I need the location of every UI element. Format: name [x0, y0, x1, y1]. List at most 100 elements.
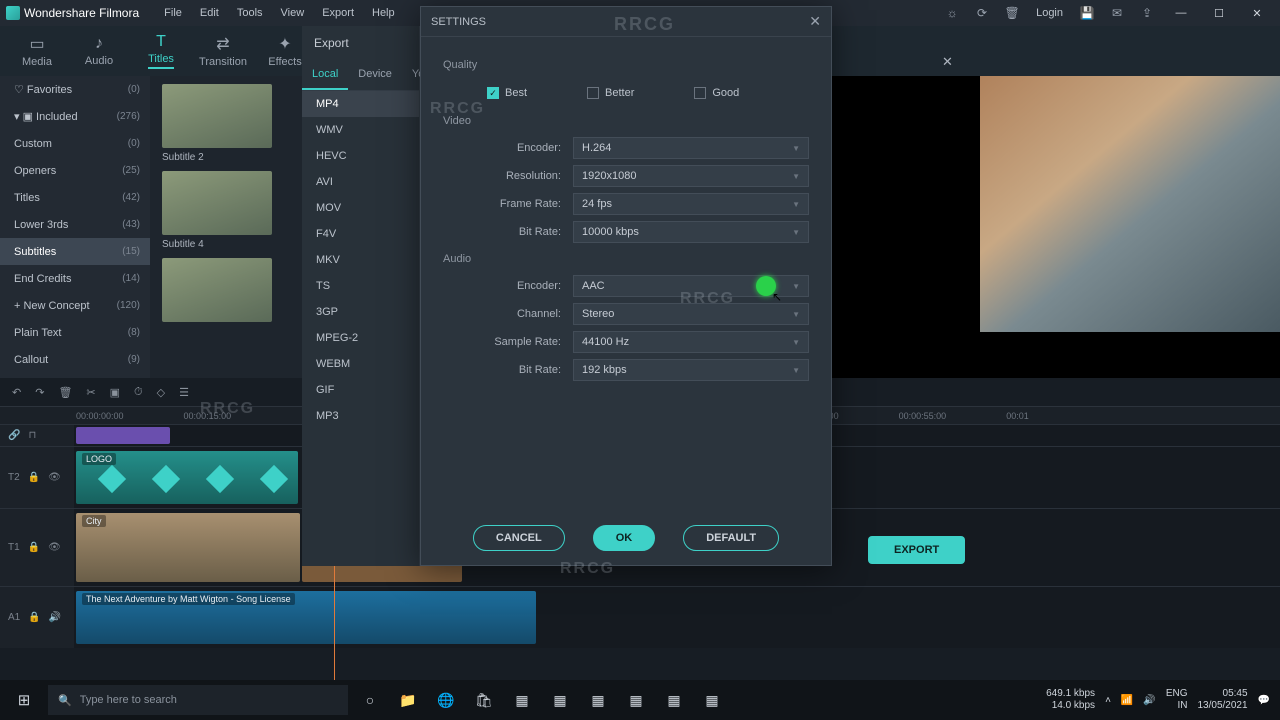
thumb-subtitle4[interactable]: [162, 171, 272, 235]
menu-view[interactable]: View: [274, 3, 312, 23]
eye-icon[interactable]: 👁: [48, 542, 61, 553]
export-button[interactable]: EXPORT: [868, 536, 965, 564]
eye-icon[interactable]: 👁: [48, 472, 61, 483]
fmt-mpeg2[interactable]: MPEG-2: [302, 325, 419, 351]
fmt-mp4[interactable]: MP4: [302, 91, 419, 117]
edge-icon[interactable]: 🌐: [432, 686, 460, 714]
language-indicator[interactable]: ENGIN: [1166, 688, 1188, 712]
notifications-icon[interactable]: 💬: [1258, 695, 1270, 706]
sidebar-titles[interactable]: Titles(42): [0, 184, 150, 211]
speed-icon[interactable]: ⏱: [134, 386, 143, 399]
quality-best[interactable]: ✓Best: [487, 87, 527, 99]
tab-titles[interactable]: TTitles: [130, 27, 192, 75]
marker-icon[interactable]: ◇: [157, 386, 165, 399]
app-icon[interactable]: ▦: [546, 686, 574, 714]
cortana-icon[interactable]: ○: [356, 686, 384, 714]
volume-icon[interactable]: 🔊: [1143, 695, 1155, 706]
thumb-subtitle2[interactable]: [162, 84, 272, 148]
window-maximize[interactable]: ☐: [1202, 7, 1236, 20]
quality-better[interactable]: Better: [587, 87, 634, 99]
default-button[interactable]: DEFAULT: [683, 525, 779, 551]
magnet-icon[interactable]: ⊓: [28, 430, 36, 441]
audio-bitrate-select[interactable]: 192 kbps▼: [573, 359, 809, 381]
fmt-mov[interactable]: MOV: [302, 195, 419, 221]
taskbar-search[interactable]: 🔍 Type here to search: [48, 685, 348, 715]
video-encoder-select[interactable]: H.264▼: [573, 137, 809, 159]
audio-channel-select[interactable]: Stereo▼: [573, 303, 809, 325]
sidebar-newconcept[interactable]: + New Concept(120): [0, 292, 150, 319]
mail-icon[interactable]: ✉: [1104, 6, 1130, 20]
export-tab-device[interactable]: Device: [348, 60, 402, 90]
lock-icon[interactable]: 🔒: [28, 612, 40, 623]
track-body[interactable]: The Next Adventure by Matt Wigton - Song…: [74, 587, 1280, 648]
cancel-button[interactable]: CANCEL: [473, 525, 565, 551]
export-tab-local[interactable]: Local: [302, 60, 348, 90]
sidebar-callout[interactable]: Callout(9): [0, 346, 150, 373]
export-dialog-close[interactable]: ✕: [942, 54, 953, 70]
sidebar-subtitles[interactable]: Subtitles(15): [0, 238, 150, 265]
fmt-wmv[interactable]: WMV: [302, 117, 419, 143]
video-framerate-select[interactable]: 24 fps▼: [573, 193, 809, 215]
lock-icon[interactable]: 🔒: [28, 472, 40, 483]
refresh-icon[interactable]: ⟳: [969, 6, 995, 20]
app-icon[interactable]: ▦: [584, 686, 612, 714]
fmt-ts[interactable]: TS: [302, 273, 419, 299]
thumb-item[interactable]: [162, 258, 272, 322]
clock[interactable]: 05:4513/05/2021: [1197, 688, 1247, 712]
menu-edit[interactable]: Edit: [193, 3, 226, 23]
app-icon[interactable]: ▦: [508, 686, 536, 714]
tray-chevron-icon[interactable]: ˄: [1105, 695, 1111, 706]
sidebar-favorites[interactable]: ♡ Favorites(0): [0, 76, 150, 103]
sidebar-included[interactable]: ▾ ▣ Included(276): [0, 103, 150, 130]
window-close[interactable]: ✕: [1240, 7, 1274, 20]
redo-icon[interactable]: ↷: [35, 386, 44, 399]
save-icon[interactable]: 💾: [1074, 6, 1100, 20]
sidebar-lower3rds[interactable]: Lower 3rds(43): [0, 211, 150, 238]
undo-icon[interactable]: ↶: [12, 386, 21, 399]
sidebar-endcredits[interactable]: End Credits(14): [0, 265, 150, 292]
crop-icon[interactable]: ▣: [110, 386, 120, 399]
sidebar-plaintext[interactable]: Plain Text(8): [0, 319, 150, 346]
quality-good[interactable]: Good: [694, 87, 739, 99]
video-bitrate-select[interactable]: 10000 kbps▼: [573, 221, 809, 243]
start-button[interactable]: ⊞: [0, 691, 48, 709]
app-icon[interactable]: ▦: [622, 686, 650, 714]
fmt-mp3[interactable]: MP3: [302, 403, 419, 429]
login-link[interactable]: Login: [1029, 3, 1070, 23]
app-icon[interactable]: ▦: [660, 686, 688, 714]
store-icon[interactable]: 🛍: [470, 686, 498, 714]
tab-transition[interactable]: ⇄Transition: [192, 28, 254, 74]
audio-samplerate-select[interactable]: 44100 Hz▼: [573, 331, 809, 353]
cut-icon[interactable]: ✂: [86, 386, 95, 399]
bulb-icon[interactable]: ☼: [939, 6, 965, 20]
menu-file[interactable]: File: [157, 3, 189, 23]
lock-icon[interactable]: 🔒: [28, 542, 40, 553]
app-icon[interactable]: ▦: [698, 686, 726, 714]
trash-icon[interactable]: 🗑: [999, 6, 1025, 20]
fmt-3gp[interactable]: 3GP: [302, 299, 419, 325]
tab-media[interactable]: ▭Media: [6, 28, 68, 74]
delete-icon[interactable]: 🗑: [58, 386, 72, 399]
window-minimize[interactable]: —: [1164, 7, 1198, 19]
settings-icon[interactable]: ☰: [179, 386, 189, 399]
video-resolution-select[interactable]: 1920x1080▼: [573, 165, 809, 187]
wifi-icon[interactable]: 📶: [1121, 695, 1133, 706]
upload-icon[interactable]: ⇪: [1134, 6, 1160, 20]
settings-close-icon[interactable]: ✕: [809, 13, 821, 30]
fmt-webm[interactable]: WEBM: [302, 351, 419, 377]
fmt-avi[interactable]: AVI: [302, 169, 419, 195]
menu-help[interactable]: Help: [365, 3, 402, 23]
fmt-hevc[interactable]: HEVC: [302, 143, 419, 169]
explorer-icon[interactable]: 📁: [394, 686, 422, 714]
fmt-mkv[interactable]: MKV: [302, 247, 419, 273]
fmt-gif[interactable]: GIF: [302, 377, 419, 403]
sidebar-custom[interactable]: Custom(0): [0, 130, 150, 157]
ok-button[interactable]: OK: [593, 525, 656, 551]
menu-tools[interactable]: Tools: [230, 3, 270, 23]
link-icon[interactable]: 🔗: [8, 430, 20, 441]
speaker-icon[interactable]: 🔊: [49, 612, 61, 623]
menu-export[interactable]: Export: [315, 3, 361, 23]
tab-audio[interactable]: ♪Audio: [68, 29, 130, 73]
fmt-f4v[interactable]: F4V: [302, 221, 419, 247]
sidebar-openers[interactable]: Openers(25): [0, 157, 150, 184]
